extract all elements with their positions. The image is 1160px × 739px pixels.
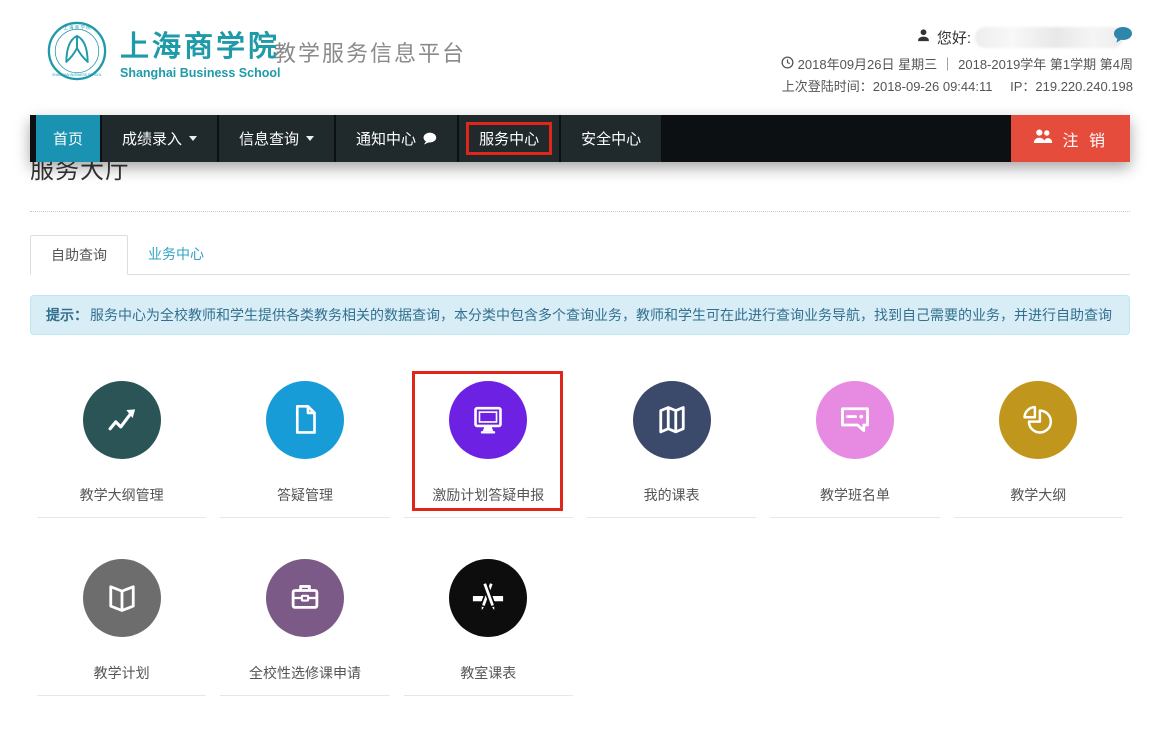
service-tile[interactable]: 教室课表 (404, 551, 573, 696)
navbar-items: 首页 成绩录入 信息查询 通知中心 服务中心 安全中心 (36, 115, 663, 162)
tab-business-center[interactable]: 业务中心 (128, 235, 224, 274)
service-hall: 服务大厅 自助查询 业务中心 提示：服务中心为全校教师和学生提供各类教务相关的数… (30, 115, 1130, 696)
service-tile-label: 教学大纲 (1010, 485, 1066, 505)
speech-bubble-icon (422, 132, 437, 145)
nav-item-grade-entry[interactable]: 成绩录入 (102, 115, 217, 162)
monitor-icon (449, 381, 527, 459)
clock-icon (781, 56, 794, 72)
service-tile[interactable]: 答疑管理 (220, 373, 389, 518)
pie-chart-icon (999, 381, 1077, 459)
service-tile[interactable]: 我的课表 (587, 373, 756, 518)
app-header: 上 海 商 学 院 SHANGHAI BUSINESS SCHOOL 上海商学院… (0, 0, 1160, 115)
current-date: 2018年09月26日 星期三 (798, 54, 937, 73)
service-tile-label: 教学大纲管理 (80, 485, 164, 505)
service-tile[interactable]: 教学计划 (37, 551, 206, 696)
nav-item-label: 安全中心 (581, 128, 641, 149)
users-icon (1033, 129, 1054, 149)
nav-item-notice-center[interactable]: 通知中心 (336, 115, 457, 162)
service-tile[interactable]: 激励计划答疑申报 (404, 373, 573, 518)
nav-item-label: 服务中心 (479, 128, 539, 149)
briefcase-icon (266, 559, 344, 637)
map-icon (633, 381, 711, 459)
service-tile-label: 教室课表 (460, 663, 516, 683)
chevron-down-icon (306, 136, 314, 141)
greeting-label: 您好: (937, 27, 971, 48)
last-login-time: 上次登陆时间：2018-09-26 09:44:11 (782, 79, 993, 94)
logout-button[interactable]: 注 销 (1011, 115, 1130, 162)
navbar-spacer (663, 115, 1010, 162)
appstore-icon (449, 559, 527, 637)
document-icon (266, 381, 344, 459)
service-tile[interactable]: 教学班名单 (770, 373, 939, 518)
username-redacted (975, 27, 1123, 48)
service-tile-label: 我的课表 (644, 485, 700, 505)
service-tile-label: 答疑管理 (277, 485, 333, 505)
tip-text: 服务中心为全校教师和学生提供各类教务相关的数据查询，本分类中包含多个查询业务，教… (90, 307, 1112, 323)
service-tile-label: 全校性选修课申请 (249, 663, 361, 683)
platform-title: 教学服务信息平台 (274, 36, 466, 68)
main-navbar: 首页 成绩录入 信息查询 通知中心 服务中心 安全中心 注 销 (30, 115, 1130, 162)
service-tile-label: 激励计划答疑申报 (432, 485, 544, 505)
svg-text:上 海 商 学 院: 上 海 商 学 院 (63, 24, 91, 31)
nav-item-label: 通知中心 (356, 128, 416, 149)
service-grid: 教学大纲管理 答疑管理 激励计划答疑申报 我的课表 教学班名单 教学大纲教学计划 全校性选修… (30, 373, 1130, 696)
nav-item-label: 首页 (53, 128, 83, 149)
logout-label: 注 销 (1063, 127, 1108, 151)
login-ip: IP：219.220.240.198 (1010, 79, 1133, 94)
book-icon (83, 559, 161, 637)
nav-item-info-query[interactable]: 信息查询 (219, 115, 334, 162)
nav-item-security-center[interactable]: 安全中心 (561, 115, 661, 162)
nav-item-label: 信息查询 (239, 128, 299, 149)
separator: ｜ (941, 54, 954, 73)
user-icon (916, 28, 931, 48)
tip-label: 提示： (46, 307, 88, 323)
tab-bar: 自助查询 业务中心 (30, 235, 1130, 275)
service-tile[interactable]: 教学大纲管理 (37, 373, 206, 518)
tab-self-query[interactable]: 自助查询 (30, 235, 128, 275)
nav-item-service-center[interactable]: 服务中心 (459, 115, 559, 162)
nav-item-label: 成绩录入 (122, 128, 182, 149)
school-name-en: Shanghai Business School (120, 66, 280, 80)
nav-item-home[interactable]: 首页 (36, 115, 100, 162)
svg-text:SHANGHAI BUSINESS SCHOOL: SHANGHAI BUSINESS SCHOOL (52, 73, 102, 77)
service-tile[interactable]: 全校性选修课申请 (220, 551, 389, 696)
service-tile-label: 教学班名单 (820, 485, 890, 505)
user-info-block: 您好: 2018年09月26日 星期三 ｜ 2018-2019学年 第1学期 第… (781, 26, 1133, 95)
trend-chart-icon (83, 381, 161, 459)
school-name-zh: 上海商学院 (120, 23, 280, 65)
message-bubble-icon[interactable] (1113, 26, 1133, 49)
school-seal-icon: 上 海 商 学 院 SHANGHAI BUSINESS SCHOOL (46, 20, 108, 82)
chat-bubble-icon (816, 381, 894, 459)
school-logo[interactable]: 上 海 商 学 院 SHANGHAI BUSINESS SCHOOL 上海商学院… (46, 20, 280, 82)
info-tip-bar: 提示：服务中心为全校教师和学生提供各类教务相关的数据查询，本分类中包含多个查询业… (30, 295, 1130, 335)
service-tile[interactable]: 教学大纲 (954, 373, 1123, 518)
chevron-down-icon (189, 136, 197, 141)
service-tile-label: 教学计划 (94, 663, 150, 683)
semester-week: 2018-2019学年 第1学期 第4周 (958, 54, 1133, 73)
